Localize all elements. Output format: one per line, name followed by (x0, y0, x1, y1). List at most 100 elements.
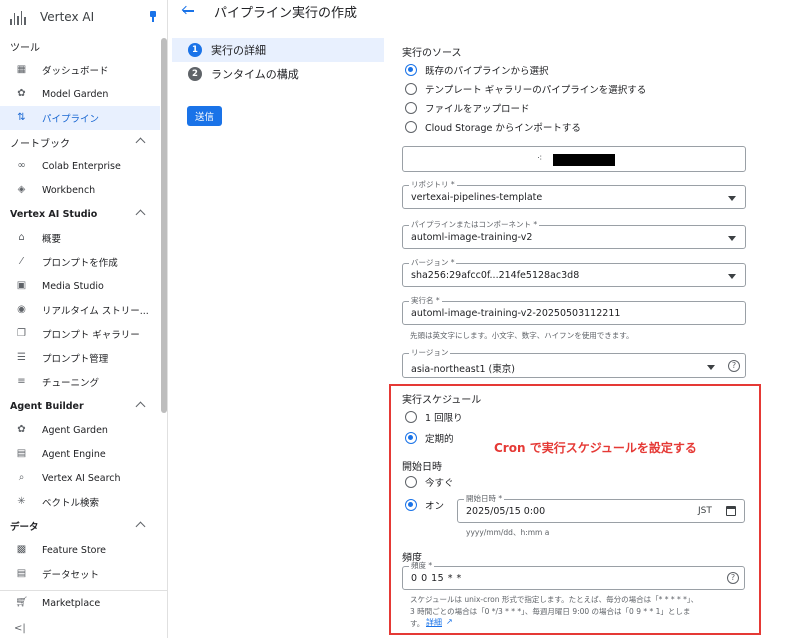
source-radio-group: 既存のパイプラインから選択 テンプレート ギャラリーのパイプラインを選択する フ… (400, 60, 760, 136)
help-icon[interactable]: ? (728, 360, 740, 372)
repository-value: vertexai-pipelines-template (411, 192, 543, 203)
sidebar-item[interactable]: ◈ Workbench (0, 178, 160, 202)
step-runtime-config[interactable]: 2 ランタイムの構成 (172, 62, 384, 86)
source-label: 実行のソース (402, 48, 462, 59)
radio-existing-pipeline[interactable]: 既存のパイプラインから選択 (400, 60, 760, 79)
dropdown-arrow-icon (707, 365, 715, 370)
back-arrow-icon[interactable] (182, 5, 196, 17)
sidebar-section-header[interactable]: データ (0, 514, 160, 538)
region-value: asia-northeast1 (東京) (411, 364, 515, 375)
sidebar-item[interactable]: ❐ プロンプト ギャラリー (0, 322, 160, 346)
sidebar-item[interactable]: ◉ リアルタイム ストリー... (0, 298, 160, 322)
sidebar-item[interactable]: ⌂ 概要 (0, 226, 160, 250)
submit-button[interactable]: 送信 (187, 106, 222, 126)
chevron-up-icon[interactable] (135, 137, 146, 148)
sidebar-item[interactable]: ✳ ベクトル検索 (0, 490, 160, 514)
start-label: 開始日時 (402, 462, 442, 473)
run-name-value: automl-image-training-v2-20250503112211 (411, 308, 621, 319)
sidebar-item-label: プロンプトを作成 (42, 258, 118, 269)
step-run-details[interactable]: 1 実行の詳細 (172, 38, 384, 62)
agent-garden-icon: ✿ (17, 424, 26, 435)
frequency-value: 0 0 15 * * (411, 573, 462, 584)
sidebar-item-label: パイプライン (42, 114, 100, 125)
sidebar-item-label: プロンプト管理 (42, 354, 109, 365)
project-selector[interactable]: ⁖ (402, 146, 746, 172)
radio-label: 1 回限り (425, 412, 463, 424)
radio-button[interactable] (405, 82, 417, 95)
sidebar-section-label: ツール (10, 42, 40, 54)
sidebar-scrollbar[interactable] (161, 38, 167, 413)
radio-label: オン (425, 500, 445, 512)
sidebar-item[interactable]: ≡ チューニング (0, 370, 160, 394)
sidebar-section-header[interactable]: Vertex AI Studio (0, 202, 160, 226)
sidebar-item[interactable]: ▦ ダッシュボード (0, 58, 160, 82)
sidebar-item[interactable]: ▩ Feature Store (0, 538, 160, 562)
colab-icon: ∞ (17, 160, 26, 171)
sidebar-item-label: 概要 (42, 234, 62, 245)
radio-now[interactable]: 今すぐ (400, 472, 454, 491)
sidebar-item-label: Agent Engine (42, 448, 106, 460)
sidebar-item[interactable]: ▣ Media Studio (0, 274, 160, 298)
agent-engine-icon: ▤ (16, 448, 27, 459)
radio-cloud-storage[interactable]: Cloud Storage からインポートする (400, 117, 760, 136)
version-select[interactable]: バージョン * sha256:29afcc0f...214fe5128ac3d8 (402, 258, 746, 287)
sidebar-item-label: チューニング (42, 378, 100, 389)
radio-button[interactable] (405, 475, 417, 488)
sidebar-item-label: Workbench (42, 184, 96, 196)
frequency-field-label: 頻度 * (409, 561, 435, 571)
sidebar-item[interactable]: ☰ プロンプト管理 (0, 346, 160, 370)
external-link-icon[interactable]: ↗ (446, 617, 453, 626)
frequency-input[interactable]: 頻度 * 0 0 15 * * ? (402, 561, 745, 590)
sidebar-item[interactable]: ⌕ Vertex AI Search (0, 466, 160, 490)
sidebar-item[interactable]: ⁄ プロンプトを作成 (0, 250, 160, 274)
sidebar-item[interactable]: ▤ データセット (0, 562, 160, 586)
sidebar-bottom: 🛒︎ Marketplace (0, 590, 168, 615)
sidebar-item-label: プロンプト ギャラリー (42, 330, 140, 341)
project-dots-icon: ⁖ (537, 154, 543, 164)
start-datetime-input[interactable]: 開始日時 * 2025/05/15 0:00 JST (457, 494, 745, 523)
chevron-up-icon[interactable] (135, 401, 146, 412)
radio-button[interactable] (405, 410, 417, 423)
sidebar-section-header[interactable]: ツール (0, 34, 160, 58)
version-label: バージョン * (409, 258, 457, 268)
sidebar-item-marketplace[interactable]: 🛒︎ Marketplace (0, 591, 168, 615)
sidebar-item[interactable]: ∞ Colab Enterprise (0, 154, 160, 178)
radio-one-time[interactable]: 1 回限り (400, 406, 600, 427)
top-bar: パイプライン実行の作成 (168, 0, 800, 22)
radio-upload-file[interactable]: ファイルをアップロード (400, 98, 760, 117)
pipeline-select[interactable]: パイプラインまたはコンポーネント * automl-image-training… (402, 220, 746, 249)
sidebar-item[interactable]: ✿ Agent Garden (0, 418, 160, 442)
sidebar-item-label: Marketplace (42, 597, 101, 609)
sidebar-item[interactable]: ▤ Agent Engine (0, 442, 160, 466)
radio-button[interactable] (405, 120, 417, 133)
sidebar-section-header[interactable]: Agent Builder (0, 394, 160, 418)
chevron-up-icon[interactable] (135, 521, 146, 532)
tune-icon: ≡ (17, 376, 26, 387)
sidebar-item[interactable]: ✿ Model Garden (0, 82, 160, 106)
pin-icon[interactable] (149, 11, 157, 22)
pipeline-value: automl-image-training-v2 (411, 232, 533, 243)
radio-button[interactable] (405, 101, 417, 114)
sidebar-nav: ツール ▦ ダッシュボード ✿ Model Garden ⇅ パイプライン ノートブック ∞ Co… (0, 34, 160, 586)
sidebar-header: Vertex AI (0, 0, 167, 34)
radio-on[interactable]: オン (400, 495, 444, 514)
collapse-sidebar-icon[interactable]: <| (14, 623, 26, 634)
radio-template-gallery[interactable]: テンプレート ギャラリーのパイプラインを選択する (400, 79, 760, 98)
radio-button[interactable] (405, 498, 417, 511)
region-select[interactable]: リージョン asia-northeast1 (東京) ? (402, 348, 746, 378)
sidebar-item-label: Vertex AI Search (42, 472, 121, 484)
chevron-up-icon[interactable] (135, 209, 146, 220)
model-garden-icon: ✿ (17, 88, 26, 99)
sidebar: Vertex AI ツール ▦ ダッシュボード ✿ Model Garden ⇅ パイプライ… (0, 0, 168, 638)
radio-button[interactable] (405, 63, 417, 76)
radio-button[interactable] (405, 431, 417, 444)
details-link[interactable]: 詳細 (426, 617, 442, 628)
help-icon[interactable]: ? (727, 572, 739, 584)
sidebar-item-label: Colab Enterprise (42, 160, 121, 172)
run-name-input[interactable]: 実行名 * automl-image-training-v2-202505031… (402, 296, 746, 325)
sidebar-section-header[interactable]: ノートブック (0, 130, 160, 154)
run-name-label: 実行名 * (409, 296, 442, 306)
repository-select[interactable]: リポジトリ * vertexai-pipelines-template (402, 180, 746, 209)
calendar-icon[interactable] (726, 506, 736, 516)
sidebar-item[interactable]: ⇅ パイプライン (0, 106, 160, 130)
